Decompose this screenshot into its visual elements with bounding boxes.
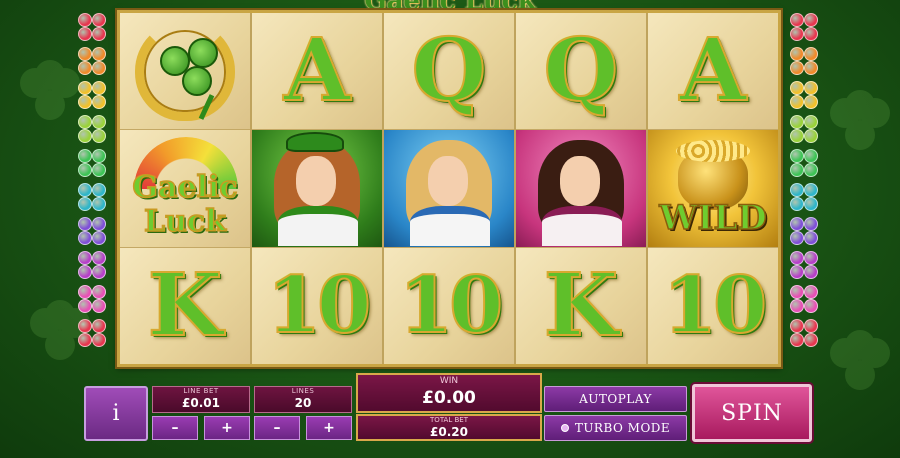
symbol-pink-lady	[516, 130, 646, 248]
info-button[interactable]: i	[84, 386, 148, 441]
symbol-10: 10	[252, 247, 382, 364]
reel-2: A 10	[252, 13, 384, 364]
symbol-q: Q	[516, 13, 646, 131]
four-leaf-clover-icon	[160, 38, 220, 120]
symbol-a: A	[648, 13, 778, 131]
win-value: £0.00	[422, 388, 476, 408]
payline-clover-icon	[77, 250, 107, 280]
symbol-k: K	[516, 247, 646, 364]
symbol-k: K	[120, 247, 250, 364]
symbol-gaelic-luck-logo: Gaelic Luck	[120, 130, 250, 248]
reel-4: Q K	[516, 13, 648, 364]
symbol-10: 10	[384, 247, 514, 364]
right-payline-markers	[789, 12, 821, 348]
payline-clover-icon	[789, 216, 819, 246]
symbol-horseshoe-clover	[120, 13, 250, 131]
horseshoe-icon	[135, 21, 235, 122]
background-clover-icon	[830, 330, 890, 390]
payline-clover-icon	[77, 182, 107, 212]
autoplay-label: AUTOPLAY	[579, 392, 652, 406]
payline-clover-icon	[789, 250, 819, 280]
lines-increase-button[interactable]: +	[306, 416, 352, 440]
lines-label: LINES	[291, 387, 315, 395]
turbo-mode-label: TURBO MODE	[574, 421, 671, 435]
payline-clover-icon	[77, 46, 107, 76]
line-bet-decrease-button[interactable]: –	[152, 416, 198, 440]
reel-5: A WILD 10	[648, 13, 778, 364]
background-clover-icon	[20, 60, 80, 120]
payline-clover-icon	[789, 182, 819, 212]
payline-clover-icon	[789, 46, 819, 76]
payline-clover-icon	[789, 148, 819, 178]
symbol-a: A	[252, 13, 382, 131]
radio-icon	[560, 424, 569, 432]
turbo-mode-toggle[interactable]: TURBO MODE	[544, 415, 687, 441]
spin-button[interactable]: SPIN	[692, 384, 812, 442]
payline-clover-icon	[77, 114, 107, 144]
payline-clover-icon	[789, 318, 819, 348]
line-bet-display: LINE BET £0.01	[152, 386, 250, 413]
symbol-blue-lady	[384, 130, 514, 248]
payline-clover-icon	[77, 284, 107, 314]
symbol-green-lady	[252, 130, 382, 248]
payline-clover-icon	[789, 12, 819, 42]
total-bet-label: TOTAL BET	[430, 416, 468, 424]
reels-grid: Gaelic Luck K A 10 Q 10 Q K A WILD 10	[117, 10, 781, 367]
leprechaun-hat-icon	[286, 132, 344, 153]
payline-clover-icon	[77, 318, 107, 348]
payline-clover-icon	[77, 216, 107, 246]
win-display: WIN £0.00	[356, 373, 542, 413]
reel-3: Q 10	[384, 13, 516, 364]
payline-clover-icon	[789, 284, 819, 314]
background-clover-icon	[830, 90, 890, 150]
reel-1: Gaelic Luck K	[120, 13, 252, 364]
logo-text: Gaelic Luck	[132, 170, 239, 240]
payline-clover-icon	[77, 80, 107, 110]
symbol-q: Q	[384, 13, 514, 131]
left-payline-markers	[77, 12, 109, 348]
payline-clover-icon	[789, 80, 819, 110]
total-bet-display: TOTAL BET £0.20	[356, 414, 542, 441]
line-bet-value: £0.01	[182, 396, 220, 410]
payline-clover-icon	[789, 114, 819, 144]
lines-display: LINES 20	[254, 386, 352, 413]
autoplay-button[interactable]: AUTOPLAY	[544, 386, 687, 412]
control-bar: i LINE BET £0.01 – + LINES 20 – + WIN £0…	[84, 373, 814, 443]
line-bet-label: LINE BET	[183, 387, 219, 395]
wild-label: WILD	[659, 198, 768, 240]
total-bet-value: £0.20	[430, 425, 468, 439]
symbol-wild-pot-of-gold: WILD	[648, 130, 778, 248]
lines-value: 20	[294, 396, 312, 410]
line-bet-increase-button[interactable]: +	[204, 416, 250, 440]
win-label: WIN	[439, 376, 459, 386]
payline-clover-icon	[77, 148, 107, 178]
lines-decrease-button[interactable]: –	[254, 416, 300, 440]
payline-clover-icon	[77, 12, 107, 42]
symbol-10: 10	[648, 247, 778, 364]
